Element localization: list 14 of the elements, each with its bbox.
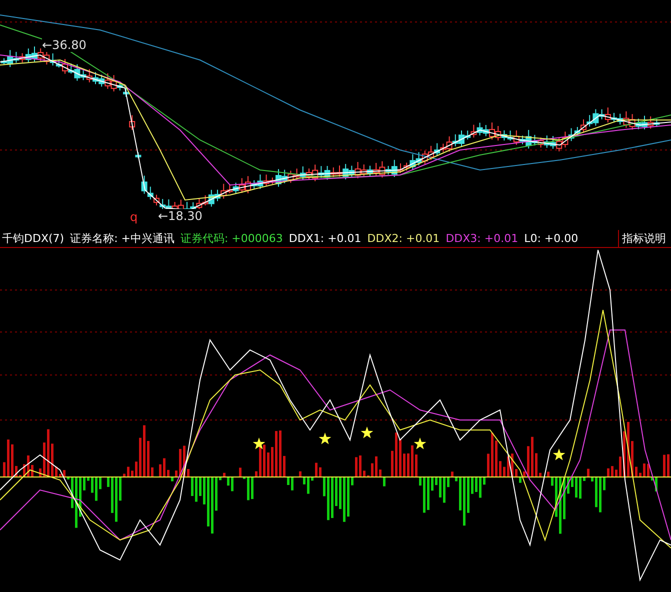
legend-item: DDX1: +0.01 <box>288 232 362 244</box>
legend-item: 证券名称: +中兴通讯 <box>70 230 174 246</box>
star-icon <box>552 448 566 460</box>
legend-item: L0: +0.00 <box>524 232 578 244</box>
star-icon <box>318 432 332 444</box>
legend-item: 千钧DDX(7) <box>2 230 64 246</box>
high-price-label: ←36.80 <box>42 38 86 52</box>
low-price-label: ←18.30 <box>158 209 202 223</box>
star-icon <box>414 438 426 450</box>
star-icon <box>360 426 374 438</box>
legend-item: DDX3: +0.01 <box>446 232 518 244</box>
star-icon <box>252 438 266 450</box>
legend-item: 证券代码: +000063 <box>180 230 283 246</box>
legend-item: DDX2: +0.01 <box>367 232 440 244</box>
